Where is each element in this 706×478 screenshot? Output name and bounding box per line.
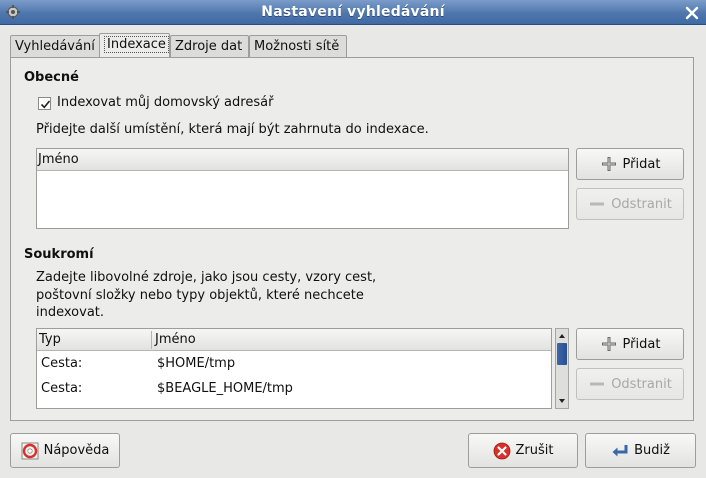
window-title: Nastavení vyhledávání: [261, 4, 445, 20]
tab-data-sources[interactable]: Zdroje dat: [170, 35, 249, 58]
locations-list-header: Jméno: [37, 149, 568, 171]
tab-search-label: Vyhledávání: [15, 39, 95, 54]
index-home-label[interactable]: Indexovat můj domovský adresář: [57, 95, 273, 110]
row-name: $BEAGLE_HOME/tmp: [157, 381, 293, 396]
row-type: Cesta:: [41, 356, 83, 371]
column-header-name[interactable]: Jméno: [155, 332, 196, 347]
tab-indexing[interactable]: Indexace: [99, 33, 170, 57]
minus-icon: [590, 202, 605, 206]
add-exclusion-button[interactable]: Přidat: [576, 328, 684, 360]
table-row[interactable]: Cesta: $BEAGLE_HOME/tmp: [37, 377, 551, 401]
extra-locations-text: Přidejte další umístění, která mají být …: [36, 122, 429, 137]
lifebuoy-icon: [21, 442, 39, 459]
general-heading: Obecné: [24, 70, 79, 85]
tab-indexing-label: Indexace: [104, 36, 169, 53]
ok-label: Budiž: [634, 443, 670, 458]
privacy-description-line1: Zadejte libovolné zdroje, jako jsou cest…: [36, 270, 377, 285]
remove-exclusion-button[interactable]: Odstranit: [576, 368, 684, 400]
scroll-thumb[interactable]: [557, 343, 567, 365]
privacy-description-line3: indexovat.: [36, 305, 105, 320]
minus-icon: [590, 382, 605, 386]
cancel-icon: [493, 442, 510, 459]
row-name: $HOME/tmp: [157, 356, 236, 371]
help-label: Nápověda: [43, 443, 110, 458]
enter-arrow-icon: [612, 444, 628, 456]
add-location-button[interactable]: Přidat: [576, 148, 684, 180]
scroll-down-arrow-icon[interactable]: [556, 395, 568, 407]
plus-icon: [601, 337, 616, 351]
help-button[interactable]: Nápověda: [10, 433, 120, 468]
privacy-heading: Soukromí: [24, 247, 94, 262]
index-home-checkbox[interactable]: [38, 97, 51, 110]
remove-exclusion-label: Odstranit: [611, 376, 672, 392]
exclude-list-header: Typ Jméno: [37, 329, 551, 351]
column-header-name[interactable]: Jméno: [38, 152, 79, 167]
window-titlebar: Nastavení vyhledávání: [0, 0, 706, 25]
indexing-panel: Obecné Indexovat můj domovský adresář Př…: [10, 57, 694, 421]
privacy-description-line2: poštovní složky nebo typy objektů, které…: [36, 288, 364, 303]
exclude-list-scrollbar[interactable]: [555, 328, 569, 409]
add-exclusion-label: Přidat: [622, 336, 661, 352]
tab-search[interactable]: Vyhledávání: [10, 35, 100, 58]
ok-button[interactable]: Budiž: [585, 433, 696, 468]
tab-network-options[interactable]: Možnosti sítě: [249, 35, 347, 58]
cancel-button[interactable]: Zrušit: [468, 433, 578, 468]
add-location-label: Přidat: [622, 156, 661, 172]
remove-location-label: Odstranit: [611, 196, 672, 212]
locations-list[interactable]: Jméno: [36, 148, 569, 229]
plus-icon: [601, 157, 616, 171]
cancel-label: Zrušit: [515, 443, 554, 458]
remove-location-button[interactable]: Odstranit: [576, 188, 684, 220]
checkmark-icon: [40, 100, 51, 109]
tab-data-sources-label: Zdroje dat: [175, 39, 243, 54]
tab-network-options-label: Možnosti sítě: [254, 39, 340, 54]
table-row[interactable]: Cesta: $HOME/tmp: [37, 352, 551, 376]
row-type: Cesta:: [41, 381, 83, 396]
scroll-up-arrow-icon[interactable]: [556, 330, 568, 342]
column-separator: [151, 331, 152, 349]
close-icon[interactable]: [682, 3, 702, 23]
exclude-list[interactable]: Typ Jméno Cesta: $HOME/tmp Cesta: $BEAGL…: [36, 328, 552, 409]
column-header-type[interactable]: Typ: [39, 332, 61, 347]
